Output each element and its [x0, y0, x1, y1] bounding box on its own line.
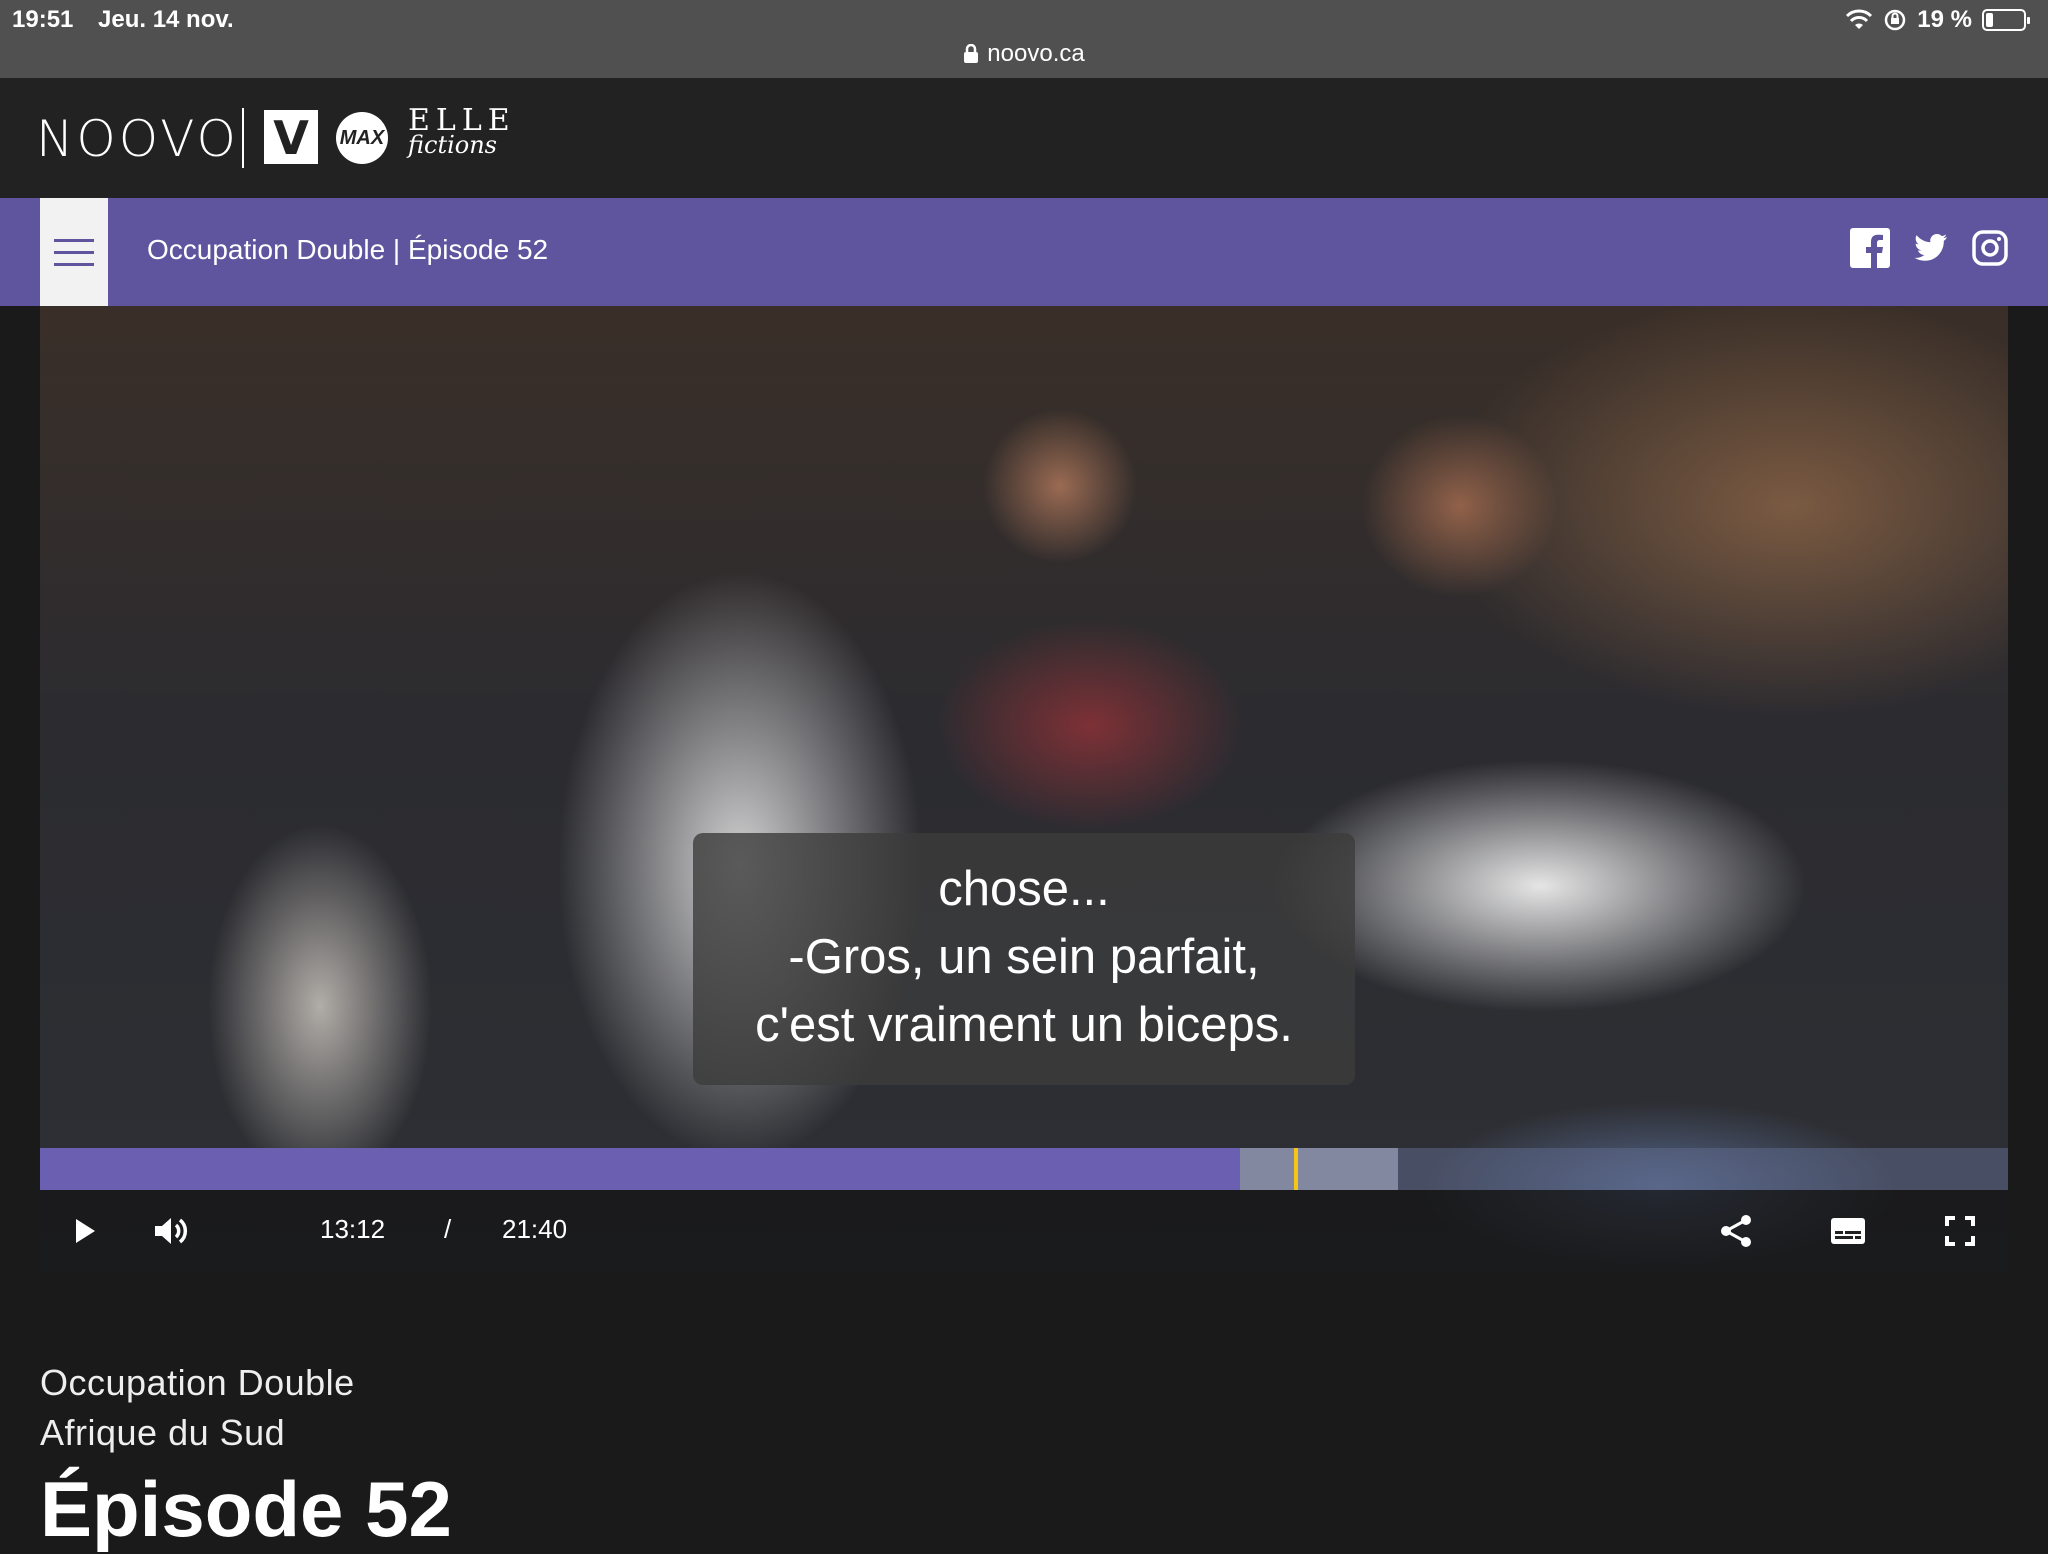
video-player[interactable]: chose... -Gros, un sein parfait, c'est v… [40, 306, 2008, 1272]
time-separator: / [444, 1214, 452, 1244]
address-bar[interactable]: noovo.ca [0, 40, 2048, 68]
instagram-icon[interactable] [1970, 228, 2010, 268]
nav-bar: Occupation Double | Épisode 52 [0, 198, 2048, 306]
status-date: Jeu. 14 nov. [98, 6, 234, 33]
brand-bar: NOOVO V MAX ELLE fictions [0, 78, 2048, 198]
subtitle-caption: chose... -Gros, un sein parfait, c'est v… [693, 833, 1355, 1085]
rotation-lock-icon [1885, 9, 1906, 31]
subtitle-line: c'est vraiment un biceps. [755, 998, 1293, 1052]
player-controls: 13:12 / 21:40 [40, 1190, 2008, 1272]
episode-info: Occupation Double Afrique du Sud Épisode… [40, 1358, 452, 1554]
hamburger-line [54, 250, 94, 254]
share-button[interactable] [1704, 1190, 1768, 1272]
episode-title: Épisode 52 [40, 1465, 452, 1553]
current-time: 13:12 [320, 1214, 386, 1244]
status-time: 19:51 [12, 6, 74, 33]
season-title: Afrique du Sud [40, 1412, 286, 1453]
max-logo[interactable]: MAX [336, 112, 388, 164]
play-icon [76, 1219, 95, 1243]
elle-fictions-logo[interactable]: ELLE fictions [408, 106, 516, 160]
page-title: Occupation Double | Épisode 52 [147, 234, 549, 265]
facebook-icon[interactable] [1850, 228, 1890, 268]
volume-button[interactable] [138, 1190, 202, 1272]
noovo-logo[interactable]: NOOVO [36, 110, 239, 168]
twitter-icon[interactable] [1910, 228, 1950, 268]
subtitles-button[interactable] [1816, 1190, 1880, 1272]
hamburger-menu-button[interactable] [40, 198, 108, 306]
status-bar: 19:51 Jeu. 14 nov. 19 % noovo.ca [0, 0, 2048, 78]
battery-icon [1982, 9, 2030, 31]
show-title: Occupation Double [40, 1362, 355, 1403]
v-logo[interactable]: V [264, 110, 318, 165]
subtitle-line: chose... [938, 862, 1110, 916]
status-indicators: 19 % [1845, 6, 2030, 34]
duration: 21:40 [502, 1214, 568, 1244]
url-text: noovo.ca [987, 40, 1085, 67]
subtitles-icon [1831, 1218, 1865, 1244]
hamburger-line [54, 262, 94, 266]
brand-divider [242, 108, 244, 168]
wifi-icon [1846, 9, 1873, 29]
social-links [1850, 228, 2010, 268]
progress-marker[interactable] [1293, 1148, 1298, 1190]
battery-percent: 19 % [1917, 6, 1972, 33]
progress-played [40, 1148, 1241, 1190]
fullscreen-button[interactable] [1930, 1190, 1990, 1272]
subtitle-line: -Gros, un sein parfait, [788, 930, 1260, 984]
hamburger-line [54, 238, 94, 242]
volume-icon [155, 1218, 188, 1244]
share-icon [1721, 1215, 1751, 1247]
progress-bar[interactable] [40, 1148, 2008, 1190]
lock-icon [964, 44, 979, 63]
fullscreen-icon [1945, 1216, 1975, 1246]
play-button[interactable] [56, 1190, 112, 1272]
